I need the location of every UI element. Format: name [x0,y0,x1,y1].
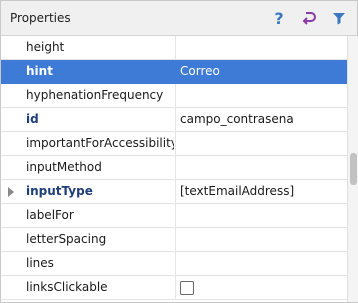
property-name: lines [26,256,54,270]
property-row-inputmethod[interactable]: inputMethod [1,156,347,180]
column-divider [175,276,176,300]
property-row-inputtype[interactable]: inputType [textEmailAddress] [1,180,347,204]
property-row-hint[interactable]: hint Correo [1,60,347,84]
property-name: hyphenationFrequency [26,88,164,102]
column-divider [175,252,176,276]
property-grid: height hint Correo hyphenationFrequency … [1,36,347,302]
property-row-letterspacing[interactable]: letterSpacing [1,228,347,252]
panel-title: Properties [10,11,71,25]
property-value[interactable] [180,84,344,107]
property-value[interactable] [180,132,344,155]
row-gutter [1,60,19,84]
restore-default-icon[interactable] [299,8,319,28]
property-name: hint [26,64,53,78]
filter-icon[interactable] [329,8,349,28]
property-row-labelfor[interactable]: labelFor [1,204,347,228]
expand-arrow-icon[interactable] [8,187,14,197]
property-value[interactable]: campo_contrasena [180,108,344,131]
properties-panel: Properties ? height hint Correo hyphenat… [0,0,358,303]
property-row-height[interactable]: height [1,36,347,60]
help-icon[interactable]: ? [269,8,289,28]
property-name: inputType [26,184,93,198]
column-divider [175,108,176,132]
property-row-importantforaccessibility[interactable]: importantForAccessibility [1,132,347,156]
panel-header: Properties ? [1,1,357,36]
column-divider [175,60,176,84]
column-divider [175,36,176,60]
row-gutter [1,84,19,108]
property-value[interactable] [180,252,344,275]
column-divider [175,132,176,156]
vertical-scrollbar[interactable] [347,36,358,302]
property-name: letterSpacing [26,232,107,246]
row-gutter [1,228,19,252]
property-row-hyphenationfrequency[interactable]: hyphenationFrequency [1,84,347,108]
column-divider [175,180,176,204]
property-name: linksClickable [26,280,108,294]
property-value[interactable] [180,228,344,251]
property-row-id[interactable]: id campo_contrasena [1,108,347,132]
property-value[interactable] [180,156,344,179]
property-name: height [26,40,65,54]
property-name: id [26,112,39,126]
scrollbar-thumb[interactable] [350,153,357,185]
property-name: labelFor [26,208,74,222]
property-name: importantForAccessibility [26,136,174,150]
row-gutter [1,156,19,180]
property-name: inputMethod [26,160,102,174]
row-gutter [1,108,19,132]
property-value[interactable]: Correo [180,60,344,83]
row-gutter [1,276,19,300]
row-gutter [1,36,19,60]
row-gutter [1,204,19,228]
property-row-lines[interactable]: lines [1,252,347,276]
column-divider [175,84,176,108]
row-gutter [1,132,19,156]
column-divider [175,156,176,180]
column-divider [175,228,176,252]
property-value[interactable] [180,204,344,227]
property-row-linksclickable[interactable]: linksClickable [1,276,347,300]
links-clickable-checkbox[interactable] [180,281,194,295]
row-gutter [1,252,19,276]
row-gutter [1,180,19,204]
column-divider [175,204,176,228]
property-value[interactable] [180,36,344,59]
property-value[interactable]: [textEmailAddress] [180,180,344,203]
